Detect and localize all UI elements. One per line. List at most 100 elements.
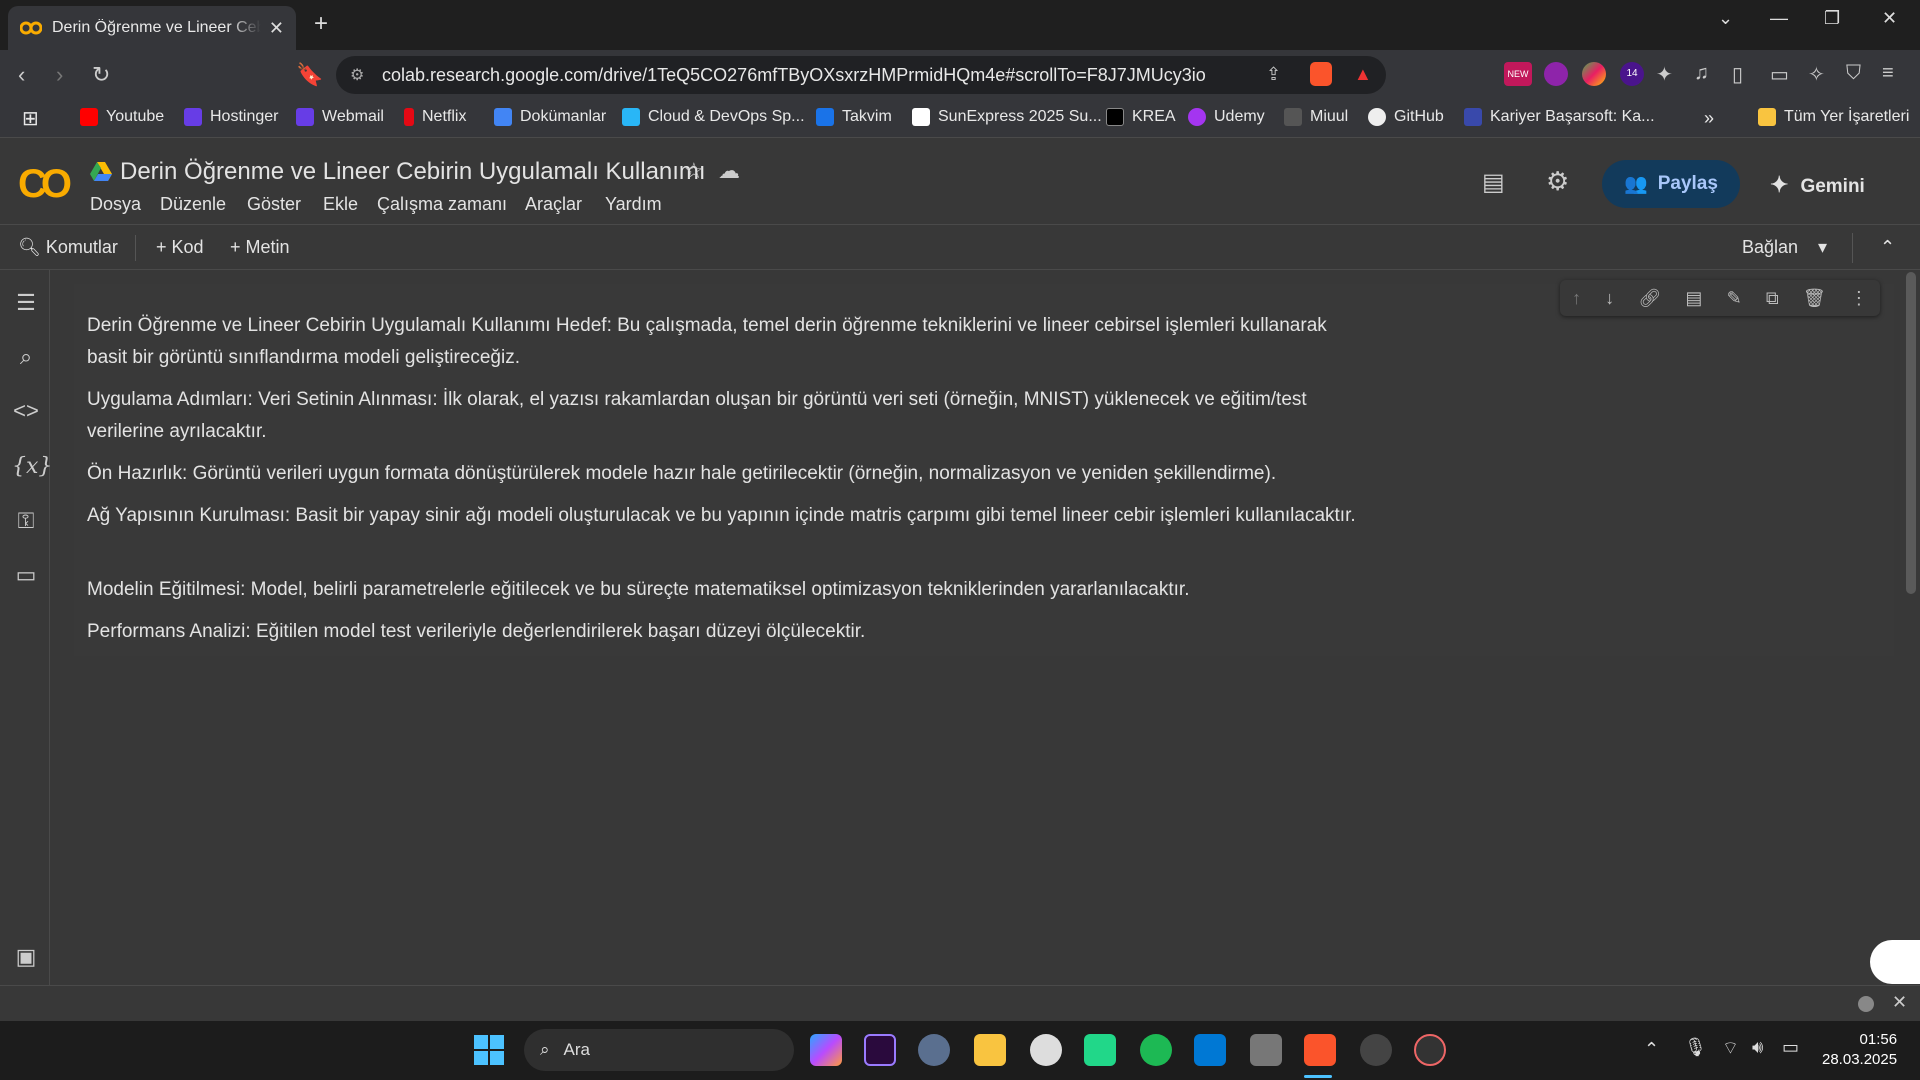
battery-icon[interactable]: ▭	[1782, 1037, 1799, 1058]
taskbar-clock[interactable]: 01:56 28.03.2025	[1822, 1030, 1897, 1070]
apps-grid-icon[interactable]: ⊞	[22, 106, 39, 131]
site-info-icon[interactable]: ⚙	[350, 65, 364, 85]
bookmark-miuul[interactable]: Miuul	[1284, 108, 1348, 126]
connect-dropdown-icon[interactable]: ▾	[1818, 237, 1827, 258]
notebook-title[interactable]: Derin Öğrenme ve Lineer Cebirin Uygulama…	[120, 158, 706, 186]
bookmark-dokumanlar[interactable]: Dokümanlar	[494, 108, 606, 126]
bookmark-udemy[interactable]: Udemy	[1188, 108, 1265, 126]
extension-badge-icon[interactable]: 14	[1620, 62, 1644, 86]
taskbar-search[interactable]: ⌕ Ara	[524, 1029, 794, 1071]
media-player-icon[interactable]	[1414, 1034, 1446, 1066]
comments-icon[interactable]: ▤	[1482, 168, 1505, 197]
menu-araclar[interactable]: Araçlar	[525, 194, 582, 215]
share-button[interactable]: 👥 Paylaş	[1602, 160, 1740, 208]
vpn-shield-icon[interactable]: ⛉	[1846, 62, 1861, 85]
extensions-puzzle-icon[interactable]: ✦	[1656, 62, 1673, 87]
extension-new-icon[interactable]: NEW	[1504, 62, 1532, 86]
move-up-icon[interactable]: ↑	[1572, 288, 1581, 309]
menu-icon[interactable]: ≡	[1882, 62, 1894, 85]
volume-icon[interactable]: 🔊︎	[1752, 1037, 1763, 1058]
menu-yardim[interactable]: Yardım	[605, 194, 662, 215]
wifi-icon[interactable]: ⌔	[1722, 1037, 1739, 1060]
bookmark-sunexpress[interactable]: SunExpress 2025 Su...	[912, 108, 1102, 126]
delete-trash-icon[interactable]: 🗑︎	[1803, 288, 1826, 309]
add-code-button[interactable]: + Kod	[156, 237, 204, 258]
close-window-icon[interactable]: ✕	[1882, 8, 1897, 29]
add-text-button[interactable]: + Metin	[230, 237, 290, 258]
copilot-icon[interactable]	[810, 1034, 842, 1066]
cloud-save-icon[interactable]: ☁	[718, 158, 740, 184]
new-tab-icon[interactable]: +	[314, 10, 328, 38]
scrollbar[interactable]	[1906, 272, 1916, 594]
close-tab-icon[interactable]: ✕	[269, 18, 284, 39]
collapse-header-icon[interactable]: ⌃	[1880, 237, 1895, 258]
edit-pencil-icon[interactable]: ✎	[1727, 288, 1742, 309]
bookmark-cloud-devops[interactable]: Cloud & DevOps Sp...	[622, 108, 805, 126]
bookmark-github[interactable]: GitHub	[1368, 108, 1444, 126]
menu-calisma-zamani[interactable]: Çalışma zamanı	[377, 194, 507, 215]
bookmark-kariyer[interactable]: Kariyer Başarsoft: Ka...	[1464, 108, 1655, 126]
chatgpt-icon[interactable]	[1030, 1034, 1062, 1066]
microphone-icon[interactable]: 🎙︎	[1684, 1037, 1707, 1058]
share-page-icon[interactable]: ⇪	[1266, 64, 1281, 85]
bookmark-youtube[interactable]: Youtube	[80, 108, 164, 126]
secrets-key-icon[interactable]: ⚿	[12, 508, 40, 534]
reload-icon[interactable]: ↻	[92, 62, 110, 88]
gemini-float-icon[interactable]	[1870, 940, 1920, 984]
minimize-icon[interactable]: —	[1770, 8, 1788, 29]
spotify-icon[interactable]	[1140, 1034, 1172, 1066]
brave-rewards-icon[interactable]: ▲	[1354, 64, 1372, 85]
address-bar[interactable]: ⚙ colab.research.google.com/drive/1TeQ5C…	[336, 56, 1386, 94]
bookmark-webmail[interactable]: Webmail	[296, 108, 384, 126]
premiere-pro-icon[interactable]	[864, 1034, 896, 1066]
bookmark-netflix[interactable]: Netflix	[404, 108, 466, 126]
sidebar-icon[interactable]: ▯	[1732, 62, 1743, 87]
settings-gear-icon[interactable]: ⚙	[1546, 166, 1569, 197]
settings-app-icon[interactable]	[918, 1034, 950, 1066]
brave-shield-icon[interactable]	[1310, 62, 1332, 86]
link-icon[interactable]: 🔗︎	[1638, 288, 1661, 309]
gemini-button[interactable]: ✦ Gemini	[1770, 172, 1865, 198]
variables-icon[interactable]: {x}	[12, 454, 52, 479]
tab-search-icon[interactable]: ⌄	[1718, 8, 1733, 29]
move-down-icon[interactable]: ↓	[1605, 288, 1614, 309]
commands-button[interactable]: 🔍︎ Komutlar	[18, 237, 118, 258]
code-snippets-icon[interactable]: <>	[12, 398, 40, 424]
menu-goster[interactable]: Göster	[247, 194, 301, 215]
menu-dosya[interactable]: Dosya	[90, 194, 141, 215]
browser-tab[interactable]: Derin Öğrenme ve Lineer Cebirin Uygula ✕	[8, 6, 296, 50]
terminal-icon[interactable]: ▣	[12, 944, 40, 970]
media-icon[interactable]: ♫	[1694, 62, 1709, 85]
tray-chevron-icon[interactable]: ⌃	[1644, 1039, 1659, 1060]
bookmark-takvim[interactable]: Takvim	[816, 108, 892, 126]
menu-duzenle[interactable]: Düzenle	[160, 194, 226, 215]
windows-start-icon[interactable]	[474, 1035, 504, 1065]
more-options-icon[interactable]: ⋮	[1850, 288, 1868, 309]
bookmark-krea[interactable]: KREA	[1106, 108, 1176, 126]
bookmark-hostinger[interactable]: Hostinger	[184, 108, 278, 126]
menu-ekle[interactable]: Ekle	[323, 194, 358, 215]
forward-icon[interactable]: ›	[56, 62, 63, 88]
wallet-icon[interactable]: ▭	[1770, 62, 1789, 87]
comment-icon[interactable]: ▤	[1685, 288, 1702, 309]
app-cube-icon[interactable]	[1250, 1034, 1282, 1066]
vscode-icon[interactable]	[1194, 1034, 1226, 1066]
table-of-contents-icon[interactable]: ☰	[12, 290, 40, 316]
app-round-icon[interactable]	[1360, 1034, 1392, 1066]
leo-ai-icon[interactable]: ✧	[1808, 62, 1825, 87]
pycharm-icon[interactable]	[1084, 1034, 1116, 1066]
restore-icon[interactable]: ❐	[1824, 8, 1840, 29]
mirror-cell-icon[interactable]: ⧉	[1766, 288, 1779, 309]
extension-icon[interactable]	[1544, 62, 1568, 86]
extension-icon[interactable]	[1582, 62, 1606, 86]
all-bookmarks[interactable]: Tüm Yer İşaretleri	[1758, 108, 1909, 126]
brave-browser-icon[interactable]	[1304, 1034, 1336, 1066]
colab-logo[interactable]: CO	[18, 162, 72, 207]
find-replace-icon[interactable]: ⌕	[12, 344, 40, 370]
bookmark-icon[interactable]: 🔖	[296, 62, 323, 88]
connect-button[interactable]: Bağlan	[1742, 237, 1798, 258]
files-folder-icon[interactable]: ▭	[12, 562, 40, 588]
back-icon[interactable]: ‹	[18, 62, 25, 88]
star-icon[interactable]: ☆	[684, 158, 704, 184]
more-bookmarks-icon[interactable]: »	[1704, 108, 1714, 129]
